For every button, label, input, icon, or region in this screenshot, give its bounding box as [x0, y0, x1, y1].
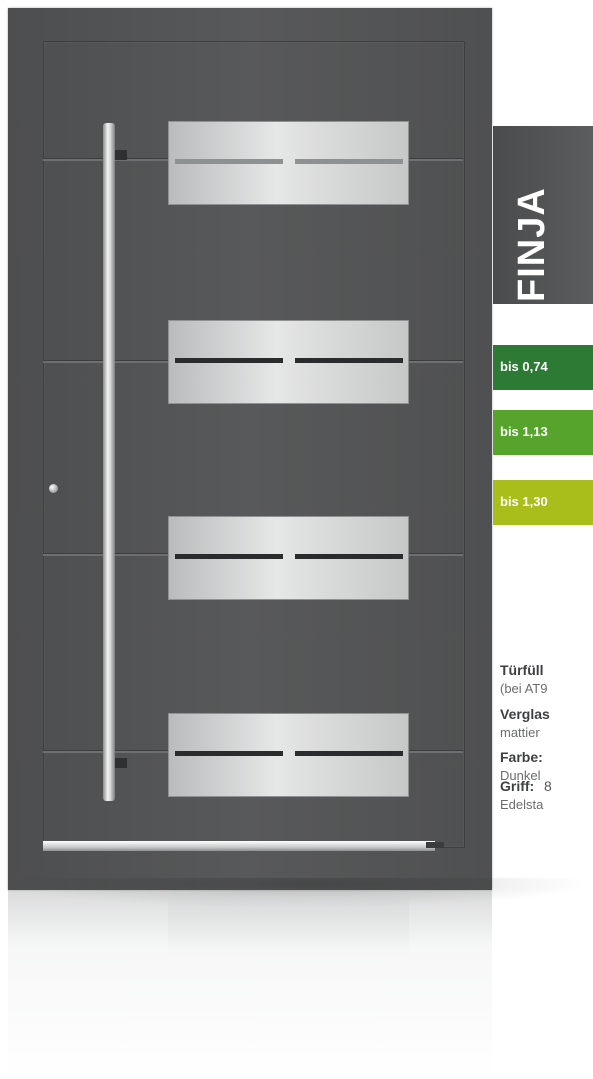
glass-window	[168, 320, 409, 404]
spec-list-handle: Griff: 8 Edelsta	[500, 776, 593, 828]
spec-glazing-title: Verglas	[500, 706, 550, 722]
glass-window	[168, 713, 409, 797]
glass-stripe	[175, 159, 283, 164]
u-value-label: bis 1,30	[500, 494, 548, 509]
glass-stripe	[295, 554, 403, 559]
spec-handle-value: 8	[544, 778, 552, 794]
glass-stripe	[175, 358, 283, 363]
spec-list: Türfüll (bei AT9 Verglas mattier Farbe: …	[500, 660, 593, 780]
u-value-label: bis 0,74	[500, 359, 548, 374]
u-value-tab: bis 0,74	[493, 345, 593, 390]
bar-handle	[103, 123, 115, 801]
glass-stripe	[175, 554, 283, 559]
model-name: FINJA	[511, 187, 553, 302]
glass-window	[168, 516, 409, 600]
spec-fill-title: Türfüll	[500, 662, 544, 678]
handle-mount	[115, 758, 127, 768]
glass-stripe	[295, 751, 403, 756]
u-value-tab: bis 1,30	[493, 480, 593, 525]
spec-fill-detail: (bei AT9	[500, 681, 548, 696]
spec-handle-title: Griff:	[500, 778, 535, 794]
door-threshold	[43, 841, 435, 851]
brand-plate	[426, 842, 444, 848]
spec-handle-detail: Edelsta	[500, 797, 544, 812]
spec-glazing-detail: mattier	[500, 725, 540, 740]
reflection-glass	[168, 896, 409, 956]
door-image	[8, 8, 492, 890]
glass-window	[168, 121, 409, 205]
glass-stripe	[295, 358, 403, 363]
glass-stripe	[175, 751, 283, 756]
door-reflection	[8, 890, 492, 1079]
handle-mount	[115, 150, 127, 160]
u-value-tab: bis 1,13	[493, 410, 593, 455]
glass-stripe	[295, 159, 403, 164]
u-value-label: bis 1,13	[500, 424, 548, 439]
spec-color-title: Farbe:	[500, 749, 543, 765]
lock-cylinder-icon	[49, 484, 58, 493]
model-name-tab: FINJA	[493, 126, 593, 304]
